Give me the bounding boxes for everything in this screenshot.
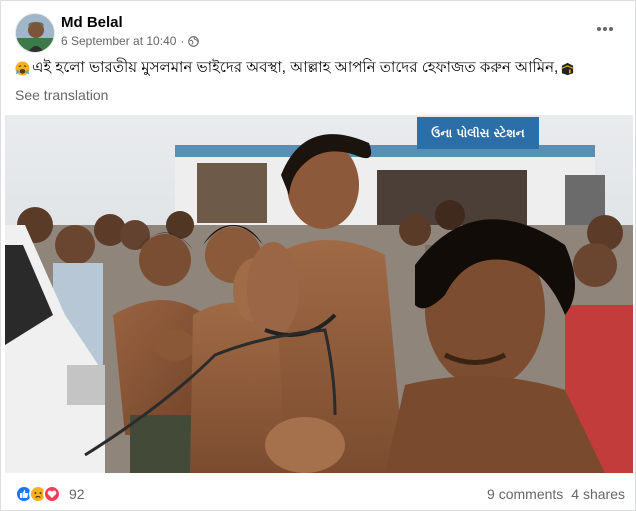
post-photo[interactable]: ઉના પોલીસ સ્ટેશન — [5, 115, 633, 473]
avatar[interactable] — [15, 13, 55, 53]
reaction-count[interactable]: 92 — [69, 486, 85, 502]
post-footer: 92 9 comments 4 shares — [15, 481, 625, 507]
post-message: এই হলো ভারতীয় মুসলমান ভাইদের অবস্থা, আল… — [15, 58, 625, 78]
post-header: Md Belal 6 September at 10:40 · — [15, 11, 623, 55]
reactions-summary[interactable]: 92 — [15, 485, 85, 503]
post-card: Md Belal 6 September at 10:40 · এই হলো ভ… — [0, 0, 636, 511]
station-sign: ઉના પોલીસ સ્ટેશન — [431, 125, 524, 140]
photo-scene: ઉના પોલીસ સ્ટેશન — [5, 115, 633, 473]
love-icon — [43, 485, 61, 503]
see-translation-link[interactable]: See translation — [15, 87, 108, 103]
more-options-icon[interactable] — [593, 19, 617, 39]
post-timestamp[interactable]: 6 September at 10:40 — [61, 34, 176, 48]
globe-icon[interactable] — [188, 35, 200, 47]
weary-face-emoji — [15, 60, 30, 76]
post-message-text: এই হলো ভারতীয় মুসলমান ভাইদের অবস্থা, আল… — [32, 59, 559, 76]
kaaba-emoji — [562, 62, 574, 75]
comments-count[interactable]: 9 comments — [487, 486, 563, 502]
meta-separator: · — [180, 34, 185, 48]
author-name[interactable]: Md Belal — [61, 14, 123, 31]
avatar-image — [16, 14, 54, 52]
shares-count[interactable]: 4 shares — [571, 486, 625, 502]
post-meta: 6 September at 10:40 · — [61, 34, 200, 48]
engagement-stats: 9 comments 4 shares — [487, 486, 625, 502]
